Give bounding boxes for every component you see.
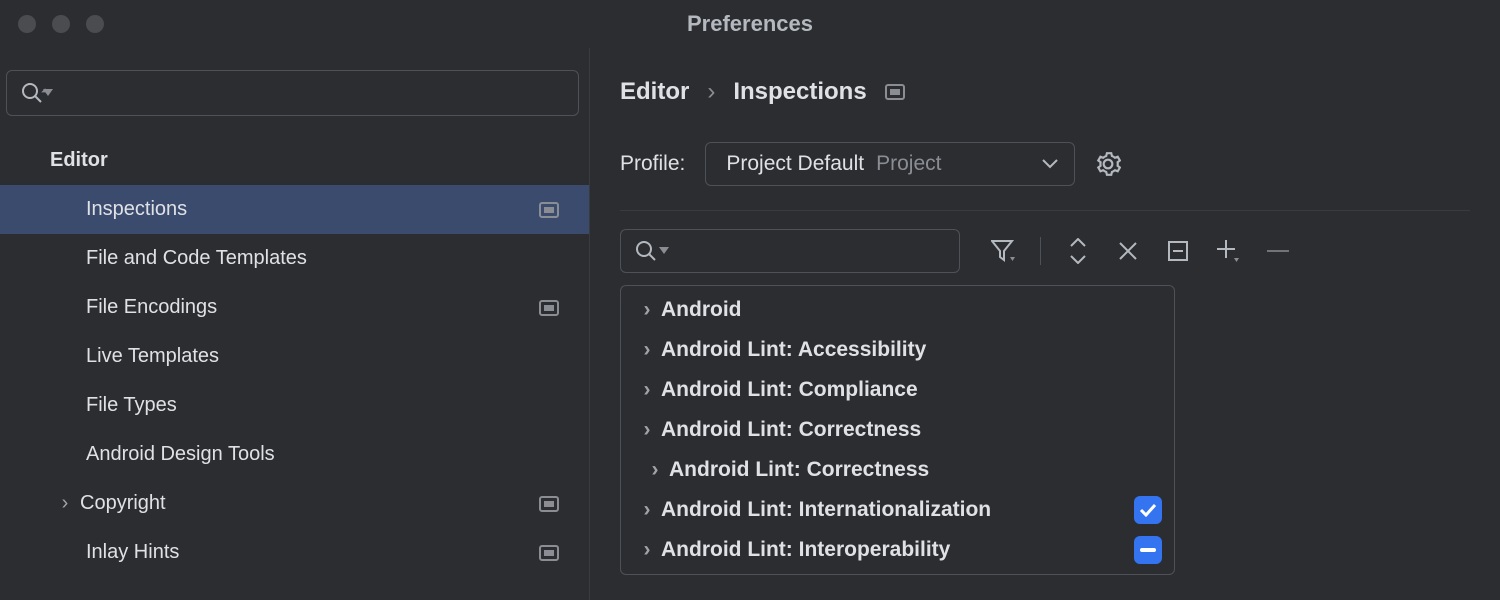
sidebar-item-live-templates[interactable]: Live Templates [0,332,589,381]
divider [620,210,1470,211]
breadcrumb-editor[interactable]: Editor [620,78,689,106]
sidebar-item-label: Android Design Tools [86,443,275,466]
chevron-right-icon: › [633,378,661,402]
sidebar-item-inlay-hints[interactable]: Inlay Hints [0,528,589,577]
chevron-right-icon: › [50,492,80,515]
inspection-category-row[interactable]: ›Android Lint: Compliance [621,370,1174,410]
sidebar-item-label: File Encodings [86,296,217,319]
add-icon[interactable] [1215,238,1241,264]
panel-icon [539,298,559,318]
chevron-right-icon: › [641,458,669,482]
deselect-icon[interactable] [1165,238,1191,264]
inspection-label: Android Lint: Accessibility [661,338,1162,362]
profile-label: Profile: [620,152,685,176]
inspection-category-row[interactable]: ›Android Lint: Interoperability [621,530,1174,570]
inspections-list[interactable]: ›Android›Android Lint: Accessibility›And… [620,285,1175,575]
sidebar: Editor Inspections File and Code Template… [0,48,590,600]
inspections-toolbar [620,229,1500,273]
titlebar: Preferences [0,0,1500,48]
inspection-label: Android Lint: Internationalization [661,498,1134,522]
dropdown-icon [43,89,53,97]
minimize-window-icon[interactable] [52,15,70,33]
maximize-window-icon[interactable] [86,15,104,33]
sidebar-item-label: Inspections [86,198,187,221]
profile-row: Profile: Project Default Project [620,142,1500,186]
sidebar-item-file-and-code-templates[interactable]: File and Code Templates [0,234,589,283]
chevron-right-icon: › [707,78,715,106]
checkbox-checked-icon[interactable] [1134,496,1162,524]
sidebar-item-file-types[interactable]: File Types [0,381,589,430]
sidebar-item-label: Copyright [80,492,166,515]
panel-icon [539,543,559,563]
sidebar-section-label: Editor [50,149,108,172]
chevron-down-icon [1042,159,1058,169]
profile-value: Project Default [726,152,864,176]
checkbox-mixed-icon[interactable] [1134,536,1162,564]
filter-icon[interactable] [990,238,1016,264]
close-window-icon[interactable] [18,15,36,33]
close-x-icon[interactable] [1115,238,1141,264]
separator [1040,237,1041,265]
remove-icon[interactable] [1265,238,1291,264]
inspection-label: Android Lint: Compliance [661,378,1162,402]
profile-scope: Project [876,152,941,176]
inspection-category-row[interactable]: ›Android Lint: Correctness [621,450,1174,490]
panel-icon [885,82,905,102]
chevron-right-icon: › [633,338,661,362]
panel-icon [539,200,559,220]
chevron-right-icon: › [633,298,661,322]
main-area: Editor Inspections File and Code Template… [0,48,1500,600]
chevron-right-icon: › [633,498,661,522]
breadcrumb: Editor › Inspections [620,78,1500,106]
inspections-search-input[interactable] [620,229,960,273]
inspection-label: Android [661,298,1162,322]
sidebar-item-label: Inlay Hints [86,541,179,564]
sidebar-item-label: Live Templates [86,345,219,368]
breadcrumb-inspections: Inspections [733,78,866,106]
sidebar-item-android-design-tools[interactable]: Android Design Tools [0,430,589,479]
sidebar-item-label: File Types [86,394,177,417]
inspection-category-row[interactable]: ›Android Lint: Correctness [621,410,1174,450]
expand-collapse-icon[interactable] [1065,238,1091,264]
chevron-right-icon: › [633,538,661,562]
search-icon [635,240,661,262]
sidebar-section-editor[interactable]: Editor [0,136,589,185]
sidebar-item-inspections[interactable]: Inspections [0,185,589,234]
inspection-category-row[interactable]: ›Android Lint: Accessibility [621,330,1174,370]
inspection-label: Android Lint: Correctness [669,458,1162,482]
inspection-label: Android Lint: Correctness [661,418,1162,442]
inspection-label: Android Lint: Interoperability [661,538,1134,562]
sidebar-search-input[interactable] [6,70,579,116]
inspection-category-row[interactable]: ›Android Lint: Internationalization [621,490,1174,530]
gear-icon[interactable] [1095,151,1121,177]
content-panel: Editor › Inspections Profile: Project De… [590,48,1500,600]
panel-icon [539,494,559,514]
sidebar-item-copyright[interactable]: ›Copyright [0,479,589,528]
window-title: Preferences [687,11,813,37]
profile-select[interactable]: Project Default Project [705,142,1075,186]
window-controls[interactable] [18,15,104,33]
sidebar-item-file-encodings[interactable]: File Encodings [0,283,589,332]
inspection-category-row[interactable]: ›Android [621,290,1174,330]
sidebar-item-label: File and Code Templates [86,247,307,270]
chevron-right-icon: › [633,418,661,442]
dropdown-icon [659,247,669,255]
